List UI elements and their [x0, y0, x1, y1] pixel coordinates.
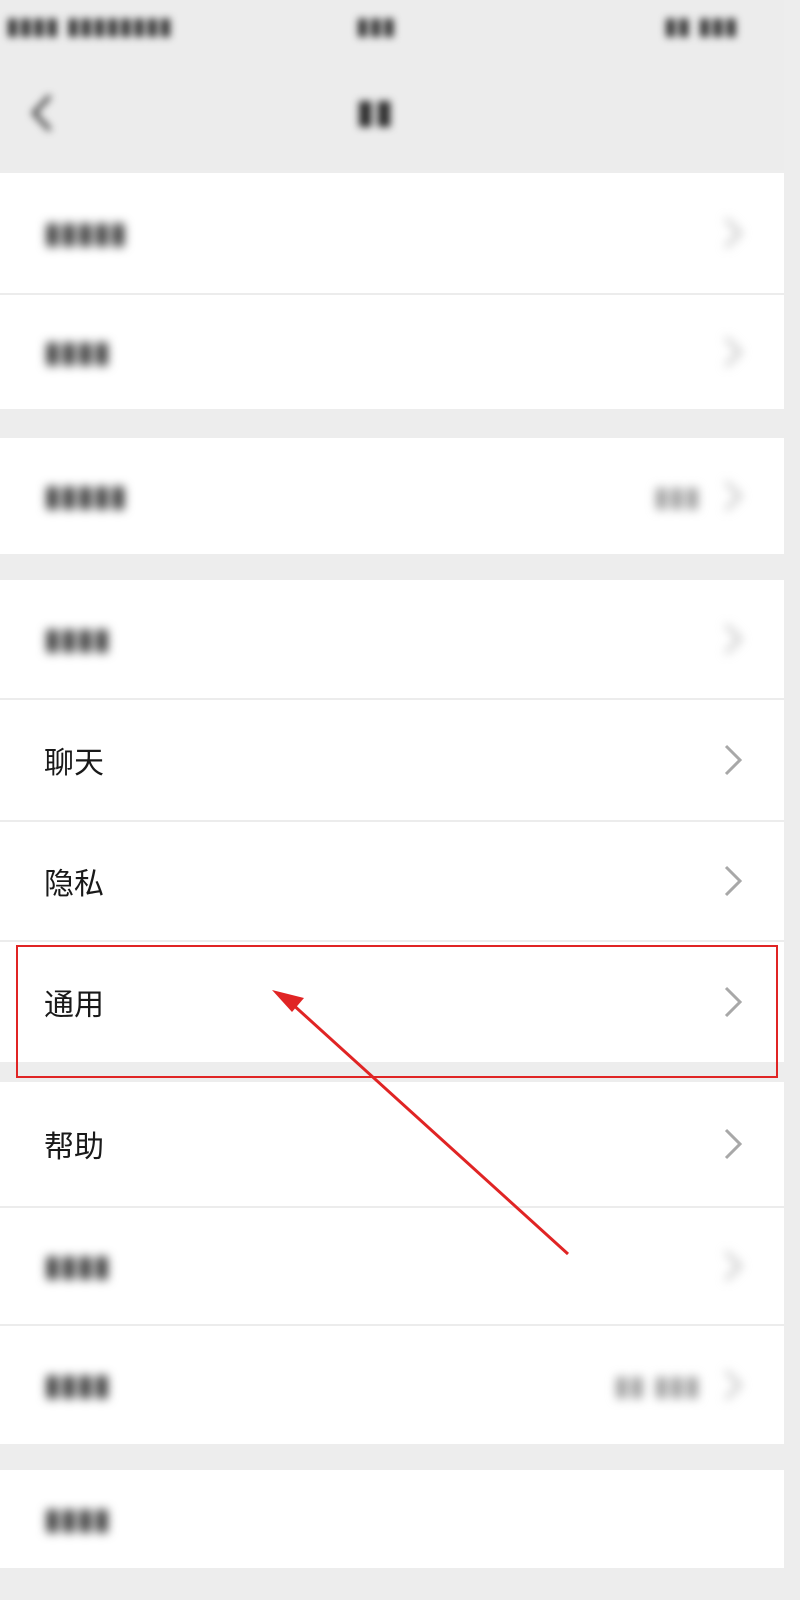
- chevron-right-icon: [724, 865, 743, 897]
- row-privacy-label: 隐私: [44, 867, 104, 902]
- row-help-label: 帮助: [44, 1130, 104, 1165]
- chevron-right-icon: [724, 1128, 743, 1160]
- chevron-right-icon: [724, 623, 743, 655]
- row-help[interactable]: 帮助: [0, 1082, 784, 1206]
- row-chat-label: 聊天: [44, 746, 104, 781]
- chevron-right-icon: [724, 480, 743, 512]
- row-label-blurred: ▮▮▮▮: [44, 1367, 111, 1403]
- chevron-right-icon: [724, 744, 743, 776]
- status-bar: ▮▮▮▮ ▮▮▮▮▮▮▮▮ ▮▮▮ ▮▮ ▮▮▮: [0, 0, 784, 56]
- row-blurred-1[interactable]: ▮▮▮▮▮: [0, 173, 784, 293]
- row-label-blurred: ▮▮▮▮: [44, 334, 111, 370]
- chevron-right-icon: [724, 1369, 743, 1401]
- highlight-box: [16, 945, 778, 1078]
- row-chat[interactable]: 聊天: [0, 700, 784, 820]
- back-icon[interactable]: [24, 88, 64, 138]
- row-blurred-2[interactable]: ▮▮▮▮: [0, 295, 784, 409]
- row-privacy[interactable]: 隐私: [0, 822, 784, 940]
- page-title-blurred: ▮▮: [356, 92, 394, 132]
- row-value-blurred: ▮▮ ▮▮▮: [614, 1368, 700, 1402]
- baidu-jingyan-watermark: [630, 1496, 662, 1528]
- row-label-blurred: ▮▮▮▮: [44, 1501, 111, 1537]
- status-icons-blurred: ▮▮ ▮▮▮: [664, 12, 738, 40]
- row-value-blurred: ▮▮▮: [653, 479, 700, 513]
- chevron-right-icon: [724, 217, 743, 249]
- row-blurred-4[interactable]: ▮▮▮▮: [0, 580, 784, 698]
- chevron-right-icon: [724, 1250, 743, 1282]
- status-time-blurred: ▮▮▮: [356, 12, 396, 40]
- row-blurred-5[interactable]: ▮▮▮▮: [0, 1208, 784, 1324]
- status-carrier-blurred: ▮▮▮▮ ▮▮▮▮▮▮▮▮: [6, 12, 173, 40]
- row-blurred-3[interactable]: ▮▮▮▮▮ ▮▮▮: [0, 438, 784, 554]
- row-blurred-6[interactable]: ▮▮▮▮ ▮▮ ▮▮▮: [0, 1326, 784, 1444]
- row-label-blurred: ▮▮▮▮▮: [44, 215, 127, 251]
- chevron-right-icon: [724, 336, 743, 368]
- row-label-blurred: ▮▮▮▮: [44, 621, 111, 657]
- row-label-blurred: ▮▮▮▮: [44, 1248, 111, 1284]
- row-label-blurred: ▮▮▮▮▮: [44, 478, 127, 514]
